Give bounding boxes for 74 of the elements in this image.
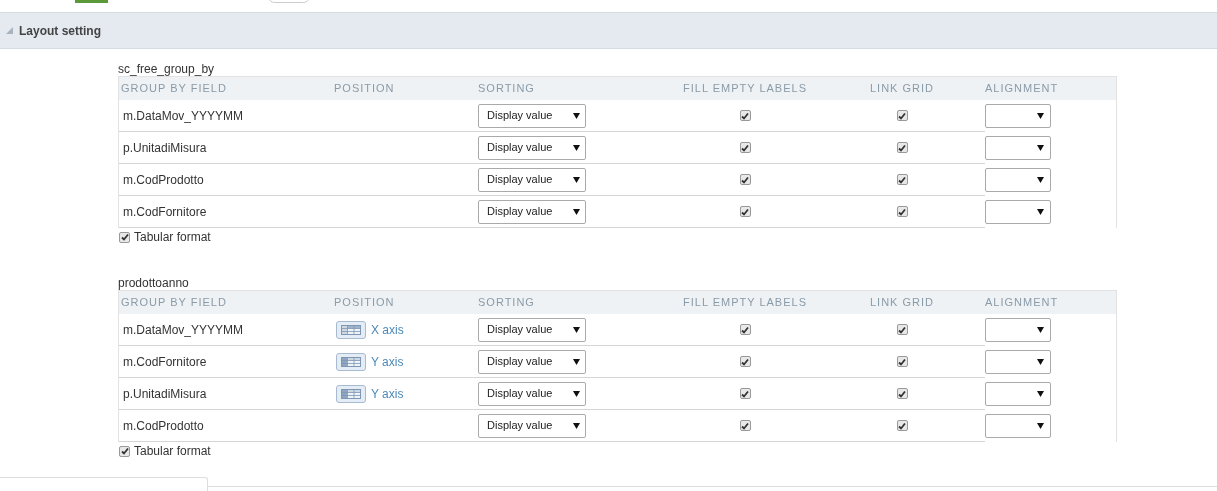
sorting-select[interactable]: Display value <box>478 135 586 160</box>
caret-icon <box>573 422 580 429</box>
checkbox[interactable] <box>896 420 908 431</box>
caret-icon <box>1037 359 1044 365</box>
checkbox[interactable] <box>739 388 751 399</box>
checkbox[interactable] <box>739 356 751 367</box>
caret-icon <box>573 112 580 119</box>
sorting-select[interactable]: Display value <box>478 413 586 438</box>
column-header: ALIGNMENT <box>985 81 1059 97</box>
caret-icon <box>1037 177 1044 183</box>
checkbox[interactable] <box>739 206 751 217</box>
caret-icon <box>573 176 580 183</box>
column-header: LINK GRID <box>870 295 934 311</box>
axis-link[interactable]: X axis <box>371 320 404 339</box>
caret-icon <box>573 390 580 397</box>
checkbox[interactable] <box>896 142 908 153</box>
column-header: GROUP BY FIELD <box>121 295 227 311</box>
caret-icon <box>1037 327 1044 333</box>
checkbox[interactable] <box>896 110 908 121</box>
caret-icon <box>1037 391 1044 397</box>
column-header: SORTING <box>478 81 535 97</box>
column-header: POSITION <box>334 295 395 311</box>
checkbox-label: Tabular format <box>134 443 211 460</box>
table-title: prodottoanno <box>118 277 190 290</box>
caret-icon <box>573 358 580 365</box>
caret-icon <box>1037 145 1044 151</box>
grid-button[interactable] <box>336 352 366 371</box>
sorting-select[interactable]: Display value <box>478 317 586 342</box>
column-header: SORTING <box>478 295 535 311</box>
table-cell-text: m.CodFornitore <box>122 203 207 221</box>
column-header: GROUP BY FIELD <box>121 81 227 97</box>
table-cell-text: p.UnitadiMisura <box>122 385 207 403</box>
checkbox[interactable] <box>739 174 751 185</box>
axis-link[interactable]: Y axis <box>371 384 404 403</box>
caret-icon <box>573 144 580 151</box>
checkbox[interactable] <box>896 174 908 185</box>
table-cell-text: m.CodProdotto <box>122 171 204 189</box>
checkbox[interactable] <box>119 445 130 457</box>
checkbox[interactable] <box>896 388 908 399</box>
sorting-select[interactable]: Display value <box>478 199 586 224</box>
checkbox-label: Tabular format <box>134 229 211 246</box>
column-header: FILL EMPTY LABELS <box>683 295 807 311</box>
checkbox[interactable] <box>739 324 751 335</box>
column-header: ALIGNMENT <box>985 295 1059 311</box>
table-cell-text: p.UnitadiMisura <box>122 139 207 157</box>
table-cell-text: m.CodFornitore <box>122 353 207 371</box>
checkbox[interactable] <box>739 142 751 153</box>
checkbox[interactable] <box>739 110 751 121</box>
panel-header[interactable]: Layout setting <box>0 12 1217 49</box>
table-cell-text: m.DataMov_YYYYMM <box>122 107 244 125</box>
column-header: POSITION <box>334 81 395 97</box>
caret-icon <box>573 208 580 215</box>
table-cell-text: m.CodProdotto <box>122 417 204 435</box>
checkbox[interactable] <box>896 324 908 335</box>
table-cell-text: m.DataMov_YYYYMM <box>122 321 244 339</box>
axis-link[interactable]: Y axis <box>371 352 404 371</box>
sorting-select[interactable]: Display value <box>478 381 586 406</box>
panel-title: Layout setting <box>19 22 101 40</box>
column-header: FILL EMPTY LABELS <box>683 81 807 97</box>
caret-icon <box>1037 423 1044 429</box>
checkbox[interactable] <box>896 356 908 367</box>
checkbox[interactable] <box>896 206 908 217</box>
caret-icon <box>1037 113 1044 119</box>
checkbox[interactable] <box>119 231 130 243</box>
caret-icon <box>1037 209 1044 215</box>
caret-icon <box>573 326 580 333</box>
grid-button[interactable] <box>336 384 366 403</box>
grid-button[interactable] <box>336 320 366 339</box>
sorting-select[interactable]: Display value <box>478 167 586 192</box>
sorting-select[interactable]: Display value <box>478 349 586 374</box>
table-title: sc_free_group_by <box>118 63 216 76</box>
column-header: LINK GRID <box>870 81 934 97</box>
checkbox[interactable] <box>739 420 751 431</box>
sorting-select[interactable]: Display value <box>478 103 586 128</box>
